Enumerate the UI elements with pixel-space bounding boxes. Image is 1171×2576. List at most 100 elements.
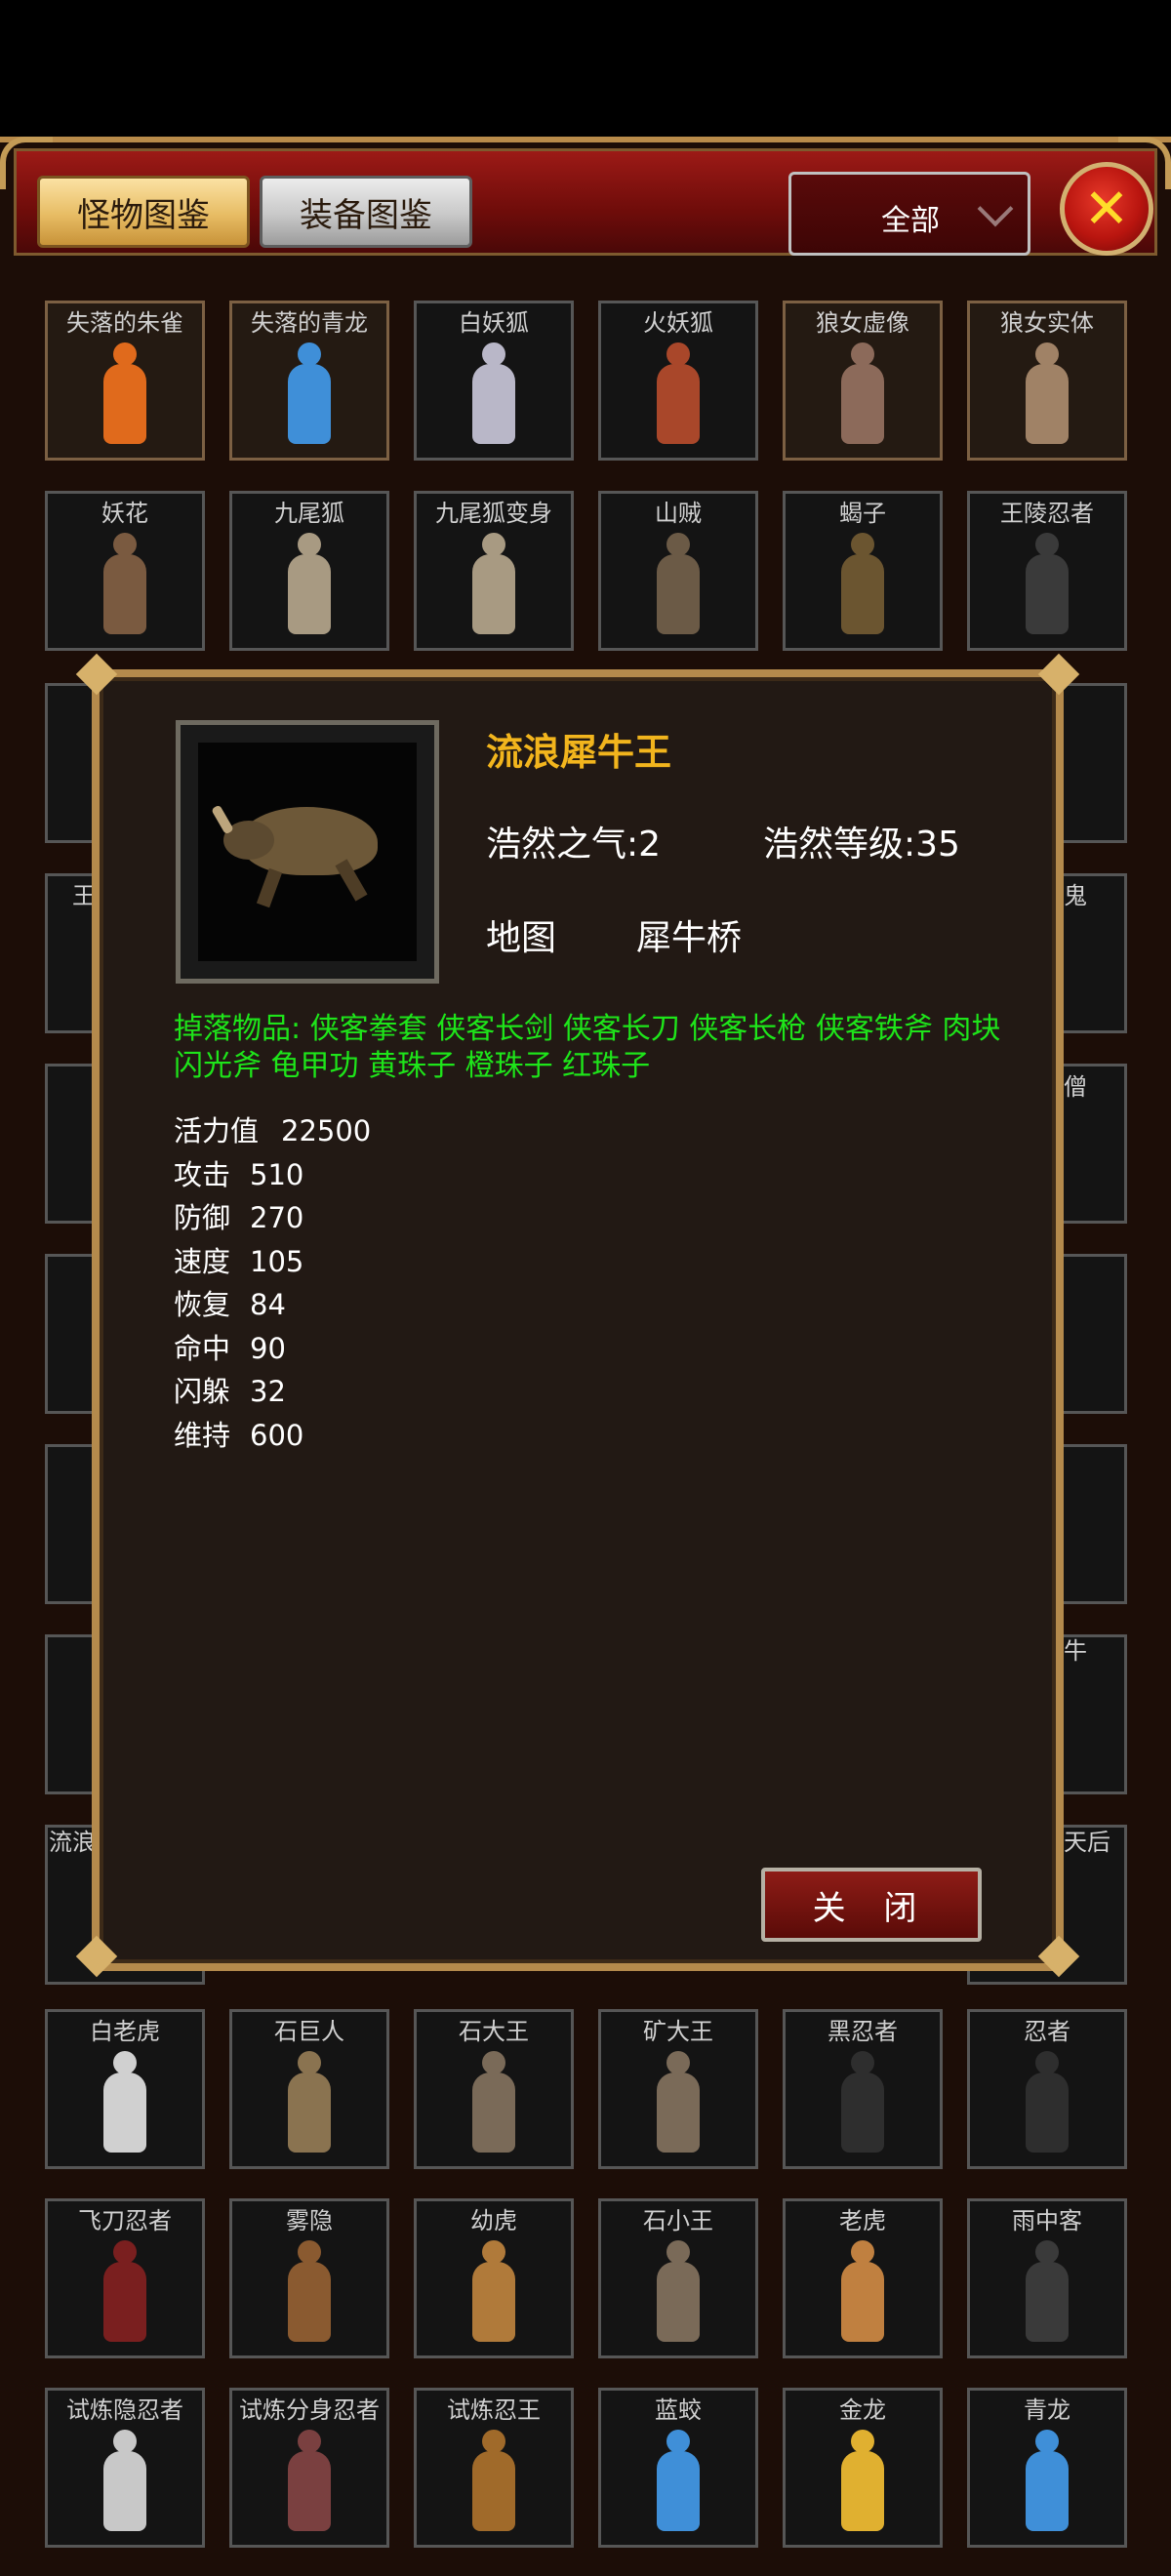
rhino-leg: [256, 867, 283, 908]
monster-sprite: [96, 533, 154, 638]
monster-sprite: [464, 2051, 523, 2156]
monster-cell[interactable]: 失落的青龙: [229, 301, 389, 461]
monster-cell[interactable]: 石巨人: [229, 2009, 389, 2169]
monster-cell[interactable]: 白妖狐: [414, 301, 574, 461]
monster-cell-name: 金龙: [839, 2396, 886, 2424]
haoran-level: 浩然等级:35: [763, 825, 960, 865]
monster-cell[interactable]: 金龙: [783, 2388, 943, 2548]
monster-cell-name: 九尾狐变身: [435, 500, 552, 527]
monster-cell-name: 失落的青龙: [251, 309, 368, 337]
monster-cell[interactable]: 白老虎: [45, 2009, 205, 2169]
stat-name: 攻击: [174, 1157, 231, 1191]
monster-cell-name-partial: 鬼: [1064, 882, 1087, 909]
stat-name: 命中: [174, 1331, 231, 1365]
monster-cell[interactable]: 狼女实体: [967, 301, 1127, 461]
monster-cell-name: 蓝蛟: [655, 2396, 702, 2424]
close-dialog-button[interactable]: 关 闭: [761, 1868, 982, 1942]
stat-row: 命中 90: [174, 1326, 371, 1370]
drop-list: 掉落物品: 侠客拳套 侠客长剑 侠客长刀 侠客长枪 侠客铁斧 肉块 闪光斧 龟甲…: [174, 1011, 1013, 1085]
monster-sprite: [649, 533, 707, 638]
monster-cell[interactable]: 石小王: [598, 2198, 758, 2358]
monster-sprite: [280, 342, 339, 448]
monster-sprite: [280, 533, 339, 638]
drop-item: 侠客长刀: [553, 1012, 680, 1046]
monster-sprite: [1018, 533, 1076, 638]
monster-sprite: [649, 342, 707, 448]
stat-name: 恢复: [174, 1288, 231, 1321]
monster-cell-name: 妖花: [101, 500, 148, 527]
monster-cell[interactable]: 幼虎: [414, 2198, 574, 2358]
stat-value: 270: [250, 1201, 304, 1234]
stat-row: 攻击 510: [174, 1152, 371, 1196]
monster-cell-name: 老虎: [839, 2207, 886, 2234]
monster-cell[interactable]: 黑忍者: [783, 2009, 943, 2169]
monster-cell-name: 黑忍者: [828, 2018, 898, 2045]
monster-cell[interactable]: 飞刀忍者: [45, 2198, 205, 2358]
stat-value: 510: [250, 1157, 304, 1191]
monster-sprite: [1018, 2051, 1076, 2156]
rhino-horn: [211, 804, 234, 835]
monster-cell[interactable]: 试炼分身忍者: [229, 2388, 389, 2548]
drop-item: 侠客拳套: [301, 1012, 427, 1046]
monster-cell-name: 试炼忍王: [447, 2396, 541, 2424]
monster-cell-name: 火妖狐: [643, 309, 713, 337]
monster-cell-name: 白妖狐: [459, 309, 529, 337]
monster-cell-name: 白老虎: [90, 2018, 160, 2045]
monster-sprite: [96, 2051, 154, 2156]
drop-item: 肉块: [932, 1012, 1001, 1046]
drop-item: 侠客长剑: [426, 1012, 554, 1046]
stat-row: 活力值 22500: [174, 1108, 371, 1152]
monster-sprite: [649, 2240, 707, 2346]
stat-value: 600: [250, 1418, 304, 1452]
monster-cell[interactable]: 青龙: [967, 2388, 1127, 2548]
monster-cell[interactable]: 蓝蛟: [598, 2388, 758, 2548]
monster-cell-name: 山贼: [655, 500, 702, 527]
monster-sprite: [464, 342, 523, 448]
monster-cell[interactable]: 失落的朱雀: [45, 301, 205, 461]
monster-cell[interactable]: 雾隐: [229, 2198, 389, 2358]
stat-row: 闪躲 32: [174, 1369, 371, 1413]
monster-portrait: [176, 720, 439, 984]
monster-cell[interactable]: 试炼忍王: [414, 2388, 574, 2548]
drop-item: 橙珠子: [456, 1049, 553, 1083]
monster-cell[interactable]: 雨中客: [967, 2198, 1127, 2358]
monster-sprite: [649, 2051, 707, 2156]
monster-cell[interactable]: 妖花: [45, 491, 205, 651]
monster-sprite: [1018, 342, 1076, 448]
monster-portrait-image: [198, 743, 417, 961]
stat-value: 22500: [281, 1114, 372, 1147]
monster-cell[interactable]: 忍者: [967, 2009, 1127, 2169]
stat-row: 恢复 84: [174, 1282, 371, 1326]
monster-sprite: [833, 2240, 892, 2346]
monster-cell-name: 飞刀忍者: [78, 2207, 172, 2234]
monster-cell[interactable]: 九尾狐: [229, 491, 389, 651]
haoran-qi: 浩然之气:2: [486, 825, 662, 865]
monster-cell[interactable]: 石大王: [414, 2009, 574, 2169]
monster-cell[interactable]: 九尾狐变身: [414, 491, 574, 651]
monster-cell-name-partial: 天后: [1064, 1829, 1110, 1856]
monster-cell[interactable]: 王陵忍者: [967, 491, 1127, 651]
stat-list: 活力值 22500 攻击 510 防御 270 速度 105 恢复 84 命中 90 闪躲 32 维持 600: [174, 1108, 371, 1456]
drops-label: 掉落物品:: [174, 1012, 302, 1046]
monster-sprite: [833, 2051, 892, 2156]
monster-cell-name: 雾隐: [286, 2207, 333, 2234]
drop-item: 黄珠子: [358, 1049, 457, 1083]
monster-cell[interactable]: 山贼: [598, 491, 758, 651]
monster-cell[interactable]: 蝎子: [783, 491, 943, 651]
monster-sprite: [464, 2430, 523, 2535]
monster-sprite: [464, 533, 523, 638]
monster-cell[interactable]: 矿大王: [598, 2009, 758, 2169]
monster-cell[interactable]: 狼女虚像: [783, 301, 943, 461]
monster-cell-name: 狼女实体: [1000, 309, 1094, 337]
monster-cell[interactable]: 老虎: [783, 2198, 943, 2358]
monster-cell[interactable]: 火妖狐: [598, 301, 758, 461]
monster-sprite: [1018, 2240, 1076, 2346]
monster-sprite: [96, 342, 154, 448]
monster-cell[interactable]: 试炼隐忍者: [45, 2388, 205, 2548]
stat-value: 32: [250, 1375, 286, 1408]
stat-name: 速度: [174, 1244, 231, 1278]
monster-cell-name: 试炼分身忍者: [239, 2396, 380, 2424]
monster-sprite: [280, 2240, 339, 2346]
close-button-label: 关 闭: [812, 1888, 931, 1928]
monster-cell-name: 九尾狐: [274, 500, 344, 527]
